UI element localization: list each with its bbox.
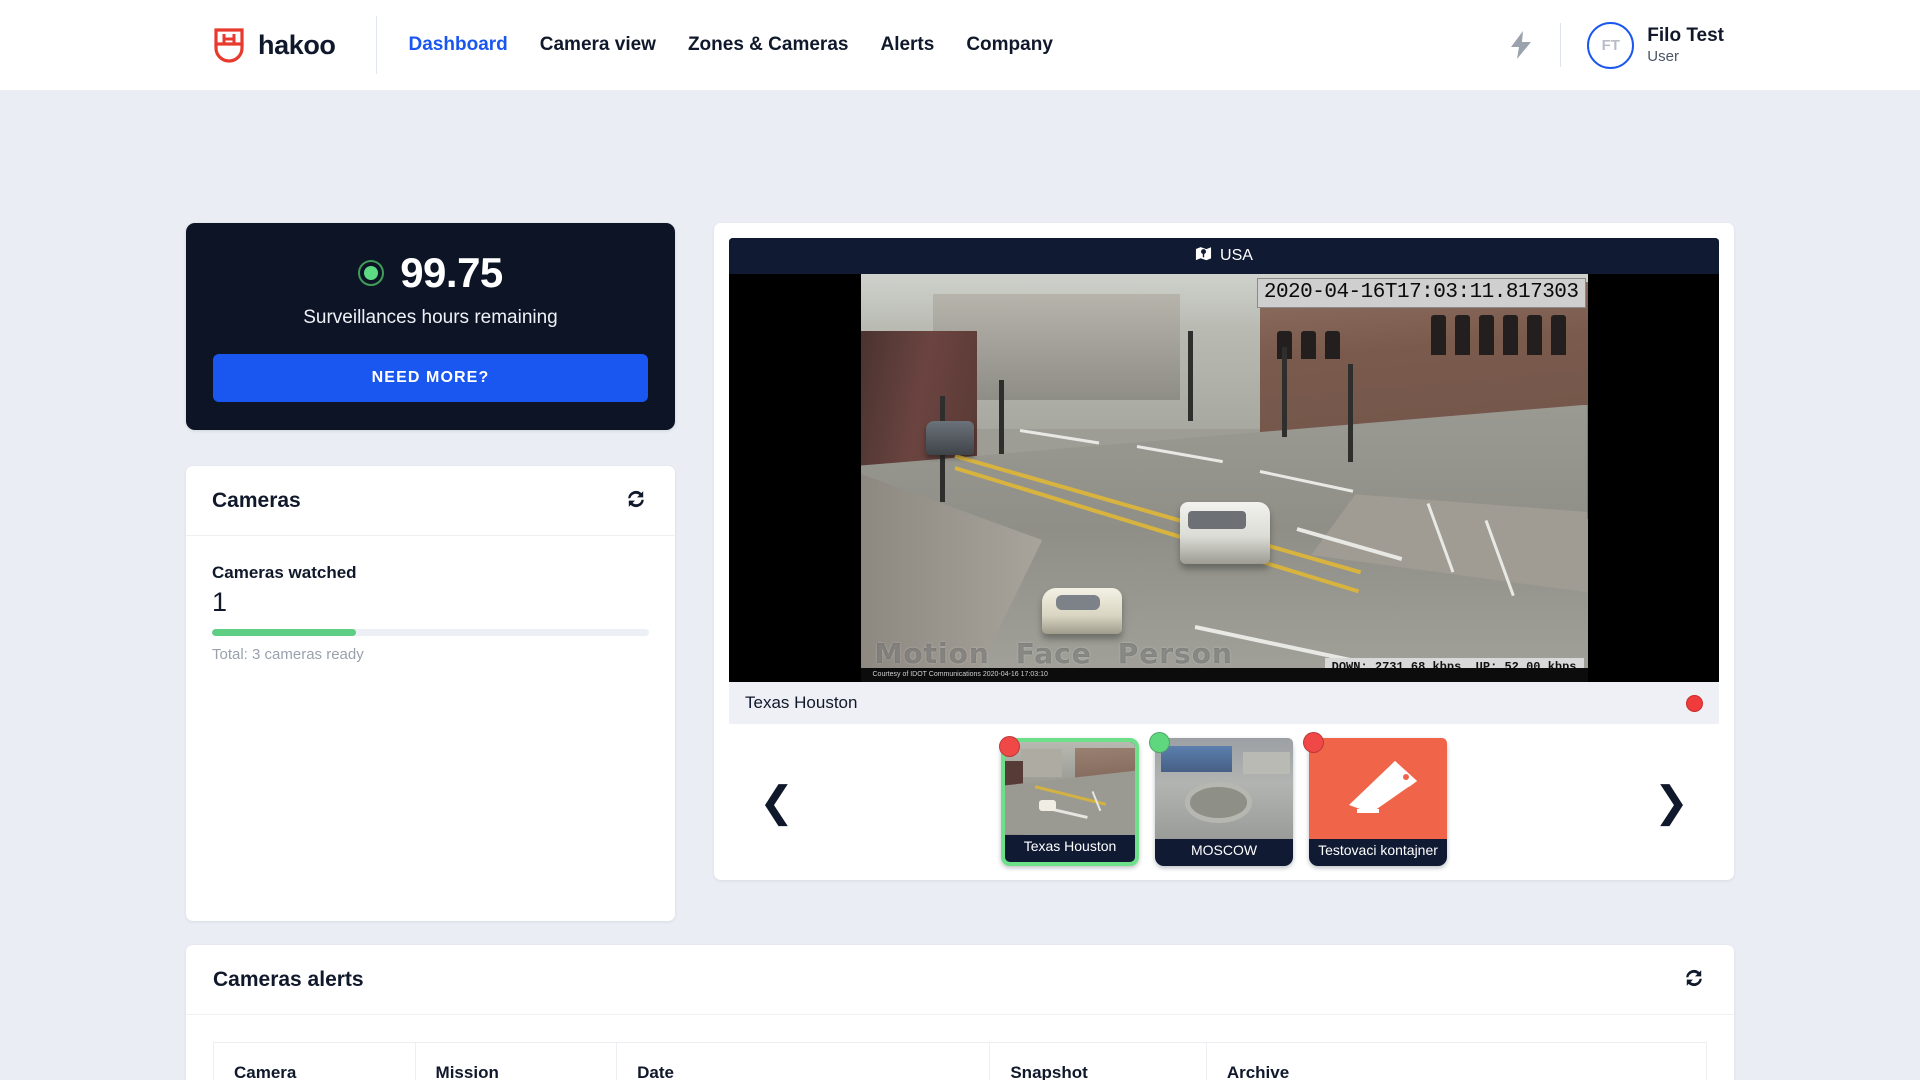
left-column: 99.75 Surveillances hours remaining NEED…: [186, 223, 675, 921]
video-location-bar: USA: [729, 238, 1719, 274]
carousel-next-button[interactable]: ❯: [1640, 781, 1703, 823]
thumb-status-dot-icon: [999, 736, 1020, 757]
user-role: User: [1647, 47, 1679, 65]
video-watermark: Courtesy of IDOT Communications 2020-04-…: [860, 668, 1588, 682]
column-header-snapshot: Snapshot: [989, 1042, 1207, 1080]
dashboard-page: 99.75 Surveillances hours remaining NEED…: [0, 90, 1920, 1080]
avatar-initials: FT: [1601, 36, 1620, 54]
nav-item-dashboard[interactable]: Dashboard: [409, 34, 508, 56]
cameras-progress-fill: [212, 628, 357, 636]
vehicle-dark-car: [925, 420, 974, 455]
video-status-dot-icon: [1686, 694, 1703, 712]
header-right-cluster: FT Filo Test User: [1508, 21, 1724, 69]
refresh-sync-icon: [624, 487, 648, 514]
detector-motion: Motion: [874, 637, 990, 670]
live-video-card: USA 2020-04-16T17:03:11.817303 DOWN: 273…: [714, 223, 1734, 880]
thumb-status-dot-icon: [1149, 732, 1170, 753]
lightning-bolt-icon[interactable]: [1508, 30, 1534, 60]
nav-item-camera-view[interactable]: Camera view: [540, 34, 656, 56]
thumb-label: Testovaci kontajner: [1318, 841, 1438, 858]
thumb-label: MOSCOW: [1190, 841, 1258, 858]
hours-value: 99.75: [400, 249, 503, 296]
vehicle-white-van: [1180, 502, 1271, 565]
thumb-label: Texas Houston: [1023, 837, 1117, 854]
column-header-mission: Mission: [415, 1042, 618, 1080]
video-caption-label: Texas Houston: [745, 693, 858, 712]
cameras-card-header: Cameras: [186, 466, 675, 536]
hakoo-shield-h-logo-icon: [212, 27, 246, 63]
cameras-watched-label: Cameras watched: [212, 563, 357, 582]
alerts-table: Camera Mission Date Snapshot Archive MOS…: [213, 1042, 1708, 1080]
cameras-card: Cameras Cameras watched 1 Total: 3 camer…: [186, 466, 675, 921]
green-status-dot-icon: [358, 260, 385, 286]
nav-item-alerts[interactable]: Alerts: [880, 34, 934, 56]
nav-item-zones-cameras[interactable]: Zones & Cameras: [688, 34, 849, 56]
surveillance-hours-card: 99.75 Surveillances hours remaining NEED…: [186, 223, 675, 430]
map-location-icon: [1195, 245, 1212, 267]
video-caption-bar: Texas Houston: [729, 682, 1719, 724]
cameras-card-body: Cameras watched 1 Total: 3 cameras ready: [186, 536, 675, 663]
thumb-preview: [1005, 742, 1135, 835]
cameras-progress-bar: [212, 628, 649, 636]
thumb-preview: [1309, 738, 1447, 839]
cameras-refresh-button[interactable]: [623, 488, 649, 514]
thumb-preview: [1155, 738, 1293, 839]
camera-carousel: ❮ Texas Houston MOSCOW Testovaci kontajn…: [729, 724, 1719, 880]
video-frame: 2020-04-16T17:03:11.817303 DOWN: 2731.68…: [860, 274, 1588, 682]
header-divider: [375, 16, 377, 74]
video-location-label: USA: [1220, 247, 1253, 264]
brand-name: hakoo: [258, 29, 336, 60]
brand-logo[interactable]: hakoo: [212, 27, 336, 63]
user-meta[interactable]: Filo Test User: [1647, 25, 1724, 65]
alerts-card-header: Cameras alerts: [186, 945, 1734, 1015]
thumb-status-dot-icon: [1303, 732, 1324, 753]
column-header-date: Date: [616, 1042, 991, 1080]
detector-person: Person: [1117, 637, 1233, 670]
nav-item-company[interactable]: Company: [966, 34, 1053, 56]
refresh-sync-icon: [1682, 966, 1706, 993]
detector-face: Face: [1015, 637, 1092, 670]
video-player[interactable]: USA 2020-04-16T17:03:11.817303 DOWN: 273…: [729, 238, 1719, 682]
alerts-table-wrap: Camera Mission Date Snapshot Archive MOS…: [186, 1015, 1734, 1080]
hours-label: Surveillances hours remaining: [303, 307, 558, 328]
alerts-card-title: Cameras alerts: [213, 967, 364, 991]
cameras-card-title: Cameras: [212, 488, 301, 512]
cameras-total-note: Total: 3 cameras ready: [212, 645, 364, 663]
carousel-thumbs: Texas Houston MOSCOW Testovaci kontajner: [999, 732, 1447, 866]
cameras-alerts-card: Cameras alerts Camera Mission Date Snaps…: [186, 945, 1734, 1080]
column-header-archive: Archive: [1206, 1042, 1708, 1080]
user-name: Filo Test: [1647, 24, 1724, 46]
thumb-texas-houston[interactable]: Texas Houston: [999, 736, 1139, 866]
alerts-refresh-button[interactable]: [1681, 967, 1707, 993]
right-column: USA 2020-04-16T17:03:11.817303 DOWN: 273…: [714, 223, 1734, 880]
video-detectors: Motion Face Person: [875, 637, 1233, 670]
main-nav: Dashboard Camera view Zones & Cameras Al…: [409, 34, 1053, 56]
video-stage: 2020-04-16T17:03:11.817303 DOWN: 2731.68…: [729, 274, 1719, 682]
need-more-button[interactable]: NEED MORE?: [213, 354, 648, 402]
column-header-camera: Camera: [213, 1042, 416, 1080]
thumb-moscow[interactable]: MOSCOW: [1149, 732, 1293, 866]
avatar[interactable]: FT: [1587, 21, 1635, 69]
cameras-watched-value: 1: [212, 587, 228, 617]
carousel-prev-button[interactable]: ❮: [745, 781, 808, 823]
hours-row: 99.75: [213, 249, 648, 297]
vehicle-silver-car: [1042, 588, 1123, 635]
app-header: hakoo Dashboard Camera view Zones & Came…: [0, 0, 1920, 90]
video-timestamp: 2020-04-16T17:03:11.817303: [1256, 278, 1586, 308]
security-camera-icon: [1335, 755, 1421, 822]
thumb-testovaci-kontajner[interactable]: Testovaci kontajner: [1303, 732, 1447, 866]
header-right-divider: [1560, 23, 1562, 67]
table-header-row: Camera Mission Date Snapshot Archive: [213, 1042, 1708, 1080]
